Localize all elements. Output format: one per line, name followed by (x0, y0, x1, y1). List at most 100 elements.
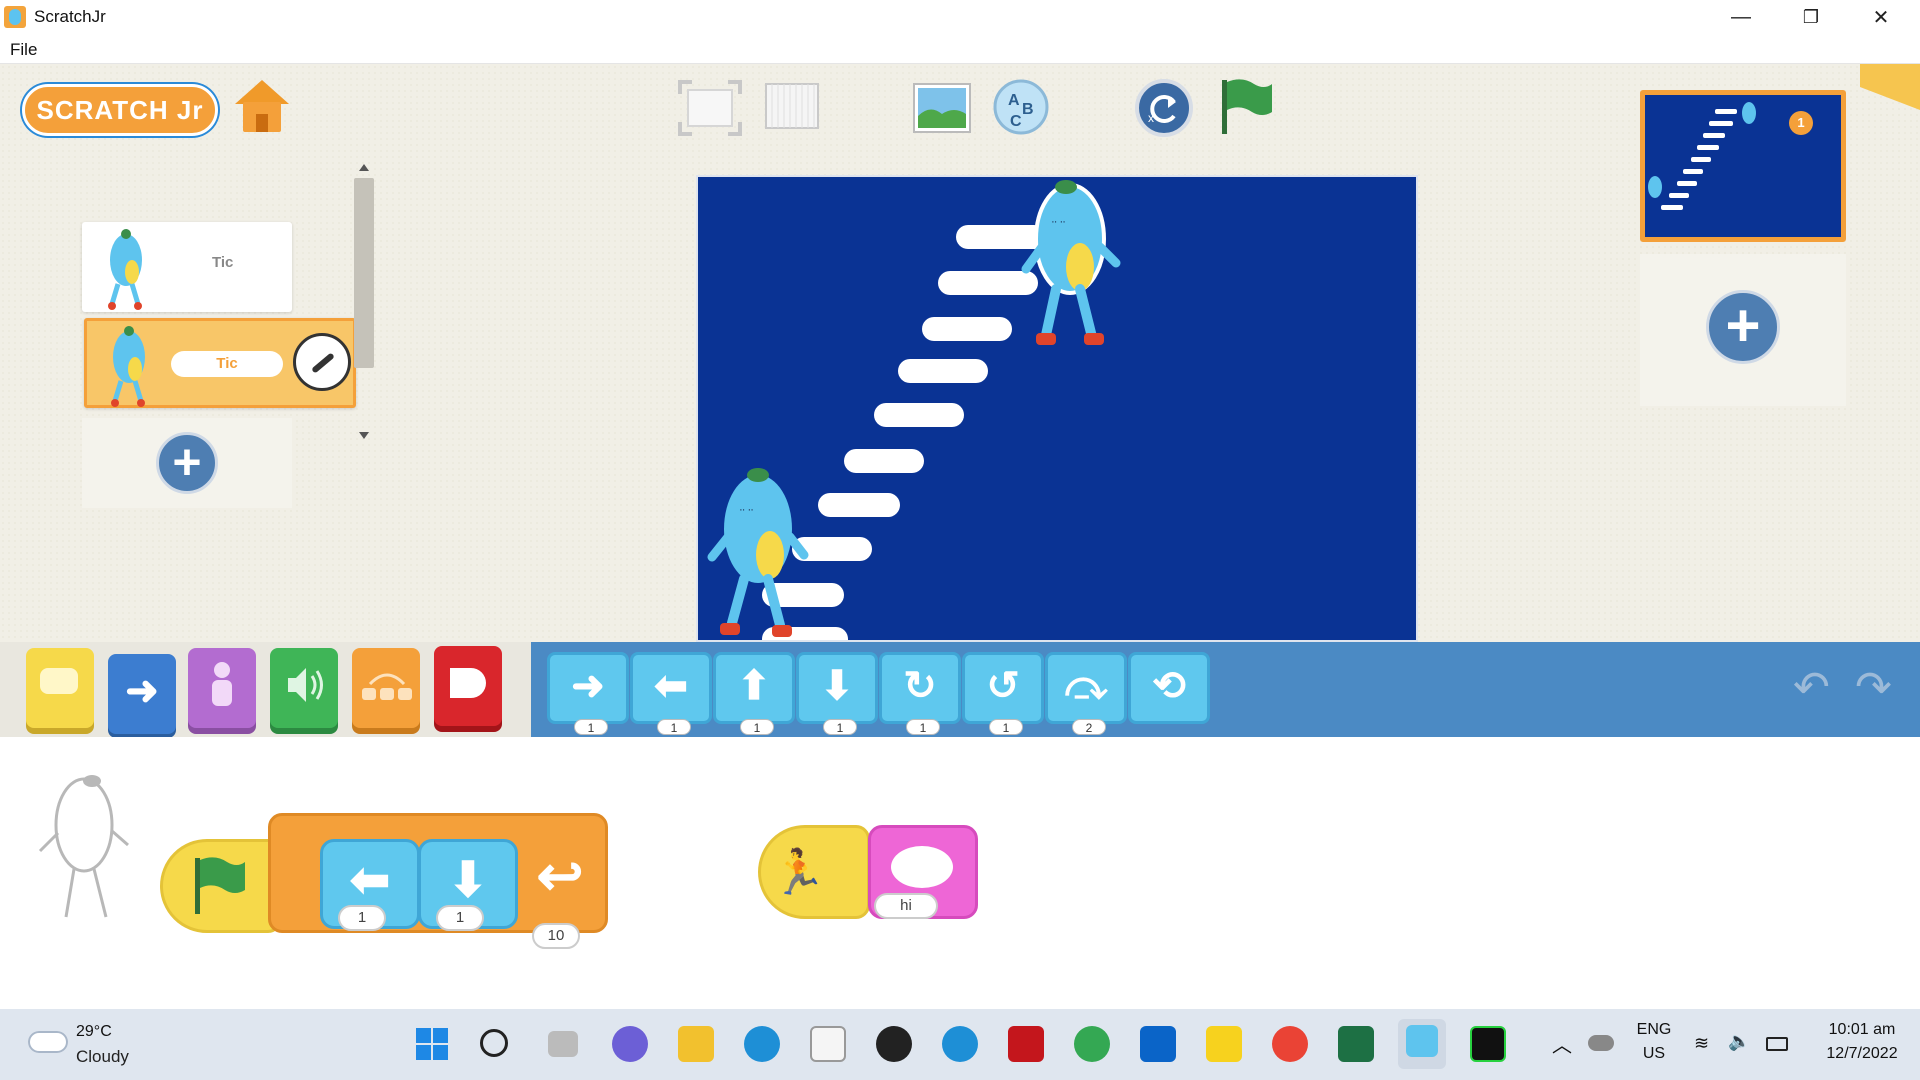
page-thumbnail[interactable]: 1 (1640, 90, 1846, 242)
turn-right-value[interactable]: 1 (906, 719, 940, 735)
close-button[interactable]: ✕ (1846, 0, 1916, 34)
reset-characters-icon[interactable]: x (1134, 78, 1194, 138)
move-left-value[interactable]: 1 (338, 905, 386, 931)
clock-date[interactable]: 12/7/2022 (1814, 1045, 1910, 1063)
store-icon[interactable] (810, 1026, 846, 1062)
hop-block[interactable]: ⤼ 2 (1045, 652, 1127, 735)
move-left-value[interactable]: 1 (657, 719, 691, 735)
add-page-slot: + (1640, 254, 1846, 406)
add-page-button[interactable]: + (1706, 290, 1780, 364)
move-down-value[interactable]: 1 (436, 905, 484, 931)
go-home-block[interactable]: ⟲ (1128, 652, 1210, 724)
script-area[interactable]: ⬅ 1 ⬇ 1 ↩ 10 🏃 hi (0, 737, 1920, 1009)
weather-description[interactable]: Cloudy (76, 1047, 129, 1067)
move-down-block[interactable]: ⬇ 1 (796, 652, 878, 735)
repeat-count-value[interactable]: 10 (532, 923, 580, 949)
pycharm-icon[interactable] (1470, 1026, 1506, 1062)
app-icon-black[interactable] (876, 1026, 912, 1062)
chat-icon[interactable] (612, 1026, 648, 1062)
clock-time[interactable]: 10:01 am (1814, 1021, 1910, 1039)
grid-icon[interactable] (764, 82, 820, 132)
turn-right-block[interactable]: ↻ 1 (879, 652, 961, 735)
tic-character-top[interactable]: ¨ ¨ (1020, 177, 1130, 355)
move-right-block[interactable]: ➜ 1 (547, 652, 629, 735)
turn-left-value[interactable]: 1 (989, 719, 1023, 735)
text-abc-icon[interactable]: A B C (992, 78, 1050, 136)
stair-step (844, 449, 924, 473)
green-flag-trigger-block[interactable] (160, 839, 282, 933)
sprite-outline-icon (38, 775, 129, 918)
say-text-value[interactable]: hi (874, 893, 938, 919)
minimize-button[interactable]: — (1706, 0, 1776, 34)
search-icon[interactable] (480, 1029, 508, 1057)
repeat-arrow-icon: ↩ (536, 844, 584, 907)
scratchjr-taskbar-icon[interactable] (1398, 1019, 1446, 1069)
paintbrush-icon[interactable] (293, 333, 351, 391)
sprite-card-selected[interactable]: Tic (84, 318, 356, 408)
scroll-up-icon[interactable] (359, 164, 369, 171)
wifi-icon[interactable]: ≋ (1694, 1033, 1709, 1054)
sticky-notes-icon[interactable] (1206, 1026, 1242, 1062)
restore-button[interactable]: ❐ (1776, 0, 1846, 34)
move-right-value[interactable]: 1 (574, 719, 608, 735)
menu-bar: File (0, 34, 1920, 64)
language-bottom[interactable]: US (1632, 1045, 1676, 1063)
volume-icon[interactable]: 🔈 (1728, 1031, 1750, 1052)
move-up-block[interactable]: ⬆ 1 (713, 652, 795, 735)
add-sprite-button[interactable]: + (156, 432, 218, 494)
add-sprite-slot: + (82, 418, 292, 508)
sprite-card[interactable]: Tic (82, 222, 292, 312)
windows-start-icon[interactable] (414, 1026, 450, 1062)
turn-left-block[interactable]: ↺ 1 (962, 652, 1044, 735)
stair-step (922, 317, 1012, 341)
chrome-profile-icon[interactable] (1272, 1026, 1308, 1062)
stage[interactable]: ¨ ¨ ¨ ¨ (696, 175, 1418, 642)
sprite-name-field[interactable]: Tic (171, 351, 283, 377)
weather-temperature[interactable]: 29°C (76, 1023, 112, 1041)
outlook-icon[interactable] (1140, 1026, 1176, 1062)
redo-button[interactable]: ↷ (1855, 662, 1892, 713)
svg-text:A: A (1008, 92, 1020, 109)
green-flag-icon[interactable] (1218, 76, 1276, 138)
move-up-value[interactable]: 1 (740, 719, 774, 735)
looks-category-button[interactable] (188, 648, 256, 728)
bump-icon: 🏃 (771, 848, 826, 897)
help-icon[interactable] (942, 1026, 978, 1062)
scroll-down-icon[interactable] (359, 432, 369, 439)
go-home-icon: ⟲ (1152, 664, 1186, 708)
triggering-category-button[interactable] (26, 648, 94, 728)
move-left-block[interactable]: ⬅ 1 (630, 652, 712, 735)
home-button[interactable] (235, 80, 289, 134)
move-down-value[interactable]: 1 (823, 719, 857, 735)
edge-icon[interactable] (744, 1026, 780, 1062)
file-explorer-icon[interactable] (678, 1026, 714, 1062)
motion-category-button[interactable]: ➜ (108, 654, 176, 734)
workspace: SCRATCH Jr A B C x Tic Tic + ¨ ¨ ¨ ¨ 1 + (0, 64, 1920, 642)
onedrive-icon[interactable] (1588, 1035, 1614, 1051)
home-icon (235, 80, 289, 104)
start-on-bump-block[interactable]: 🏃 (758, 825, 870, 919)
background-image-icon[interactable] (912, 82, 972, 134)
battery-icon[interactable] (1766, 1037, 1788, 1051)
control-category-button[interactable] (352, 648, 420, 728)
file-menu[interactable]: File (10, 40, 37, 60)
mcafee-icon[interactable] (1008, 1026, 1044, 1062)
stair-step (818, 493, 900, 517)
window-title: ScratchJr (34, 7, 106, 26)
fullscreen-icon[interactable] (676, 78, 744, 138)
chevron-up-icon[interactable]: ︿ (1552, 1029, 1572, 1058)
tic-character-bottom[interactable]: ¨ ¨ (706, 463, 812, 642)
page-corner-fold[interactable] (1860, 64, 1920, 110)
undo-button[interactable]: ↶ (1793, 662, 1830, 713)
scratchjr-app-icon (4, 6, 26, 28)
page-preview (1648, 102, 1756, 210)
end-category-button[interactable] (434, 646, 502, 726)
tic-character-thumbnail (111, 326, 145, 407)
language-top[interactable]: ENG (1632, 1021, 1676, 1039)
sprite-scrollbar-thumb[interactable] (354, 178, 374, 368)
sound-category-button[interactable] (270, 648, 338, 728)
task-view-icon[interactable] (548, 1031, 578, 1057)
chrome-icon[interactable] (1074, 1026, 1110, 1062)
excel-icon[interactable] (1338, 1026, 1374, 1062)
hop-value[interactable]: 2 (1072, 719, 1106, 735)
